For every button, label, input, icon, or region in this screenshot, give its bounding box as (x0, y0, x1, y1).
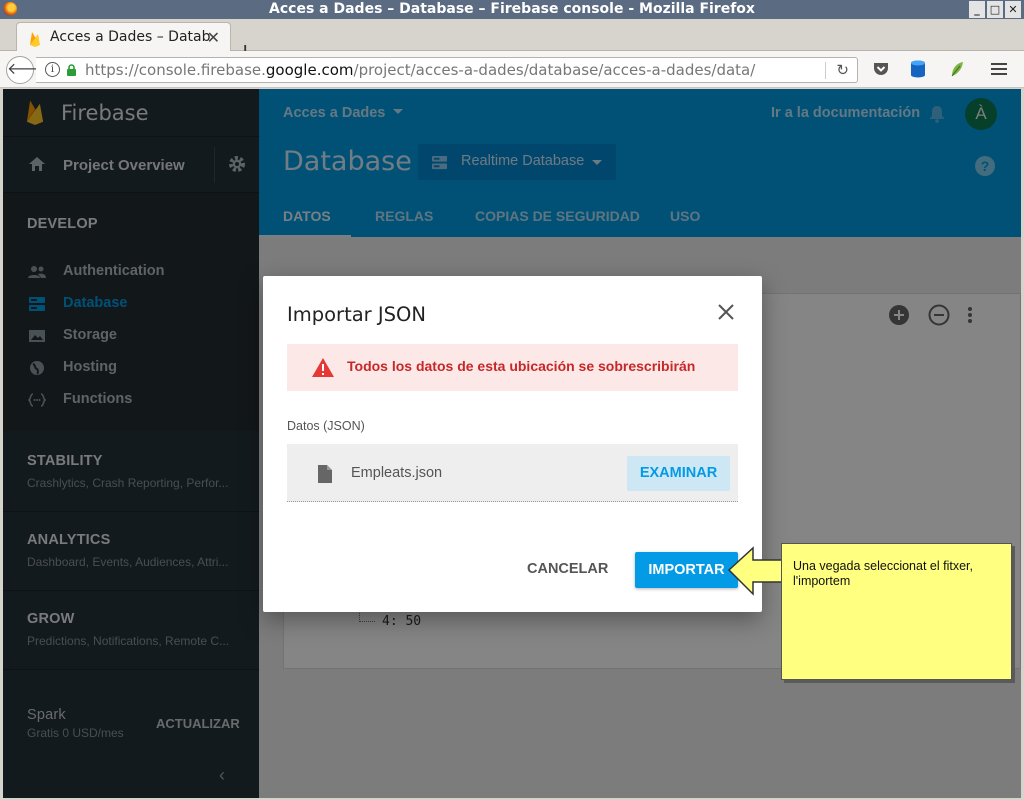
firefox-icon (3, 2, 17, 16)
annotation-callout: Una vegada seleccionat el fitxer, l'impo… (781, 543, 1012, 680)
window-title-bar: Acces a Dades – Database – Firebase cons… (0, 0, 1024, 19)
warning-icon (312, 358, 334, 377)
browser-tab[interactable]: Acces a Dades – Database – Firebase cons… (16, 22, 231, 52)
back-button[interactable]: 🡐 (6, 56, 50, 84)
import-button[interactable]: IMPORTAR (635, 552, 738, 588)
window-controls: _ □ ✕ (968, 0, 1022, 19)
minimize-button[interactable]: _ (969, 1, 985, 18)
reload-icon[interactable]: ↻ (836, 61, 849, 79)
cancel-button[interactable]: CANCELAR (527, 561, 608, 577)
lock-icon (67, 64, 76, 76)
close-icon[interactable] (715, 301, 737, 323)
firebase-favicon-icon (30, 32, 40, 47)
import-json-dialog: Importar JSON Todos los datos de esta ub… (263, 276, 762, 612)
info-icon[interactable]: i (45, 62, 60, 77)
leaf-extension-icon[interactable] (949, 60, 965, 78)
tab-title: Acces a Dades – Database – Firebase cons… (50, 29, 210, 45)
pocket-icon[interactable] (872, 60, 890, 78)
url-text: https://console.firebase.google.com/proj… (85, 61, 756, 79)
maximize-button[interactable]: □ (987, 1, 1003, 18)
file-picker[interactable]: Empleats.json EXAMINAR (287, 444, 738, 502)
warning-banner: Todos los datos de esta ubicación se sob… (287, 344, 738, 391)
tab-strip: Acces a Dades – Database – Firebase cons… (0, 19, 1024, 65)
window-title: Acces a Dades – Database – Firebase cons… (269, 1, 755, 17)
database-extension-icon[interactable] (910, 60, 926, 78)
url-separator (825, 62, 826, 79)
dialog-title: Importar JSON (287, 303, 426, 326)
selected-file-name: Empleats.json (351, 465, 443, 481)
tab-close-icon[interactable]: ✕ (207, 28, 220, 48)
file-icon (318, 465, 332, 483)
url-bar[interactable]: i https://console.firebase.google.com/pr… (36, 57, 858, 83)
callout-arrow-icon (727, 546, 786, 596)
callout-text: Una vegada seleccionat el fitxer, l'impo… (793, 559, 973, 588)
browse-button[interactable]: EXAMINAR (627, 456, 730, 491)
warning-text: Todos los datos de esta ubicación se sob… (347, 358, 696, 374)
close-window-button[interactable]: ✕ (1005, 1, 1021, 18)
json-field-label: Datos (JSON) (287, 419, 365, 433)
menu-icon[interactable] (991, 62, 1007, 76)
navigation-toolbar: 🡐 i https://console.firebase.google.com/… (0, 51, 1024, 88)
